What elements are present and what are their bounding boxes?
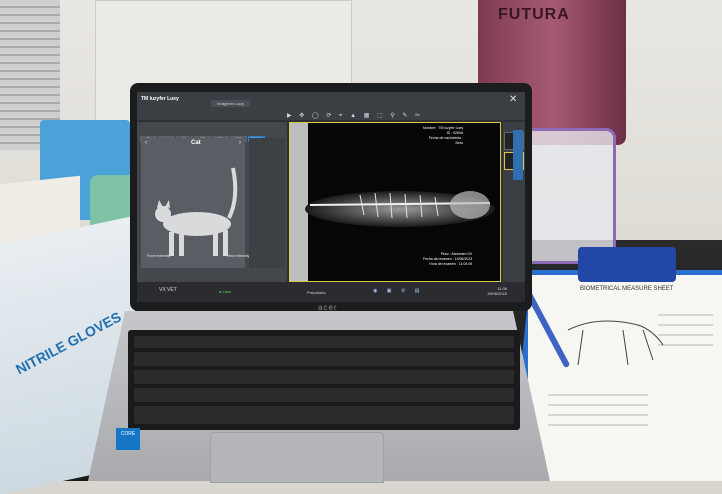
- projection-buttons: DrLCrCdVDDVMnpuso: [140, 126, 284, 142]
- sheet-title: BIOMETRICAL MEASURE SHEET: [580, 286, 674, 292]
- body-region-column: [249, 138, 285, 268]
- side-tab[interactable]: [513, 130, 523, 180]
- laptop-brand-logo: acer: [318, 303, 338, 312]
- status-bar: [137, 282, 525, 302]
- keyboard[interactable]: [128, 330, 520, 430]
- cat-skeleton-icon: [155, 167, 238, 256]
- taskbar-icons[interactable]: ◉ ▣ ⚙ ▤: [373, 288, 423, 294]
- patient-name: TM luzyfer Luey: [141, 96, 179, 102]
- info-sex: Sexo: [455, 141, 464, 145]
- status-ready: ● Listo: [219, 289, 231, 294]
- plastic-container: [520, 128, 616, 264]
- cat-skeleton-sketch: [567, 320, 664, 366]
- vendor-logo: VX VET: [159, 287, 177, 293]
- tab-images[interactable]: Imágenes Luzy: [211, 100, 251, 107]
- chevron-right-icon[interactable]: ›: [239, 140, 241, 146]
- image-toolbar[interactable]: ▶ ✥ ◯ ⟳ ⌖ ▲ ▦ ⬚ ⚲ ✎ ✂: [287, 112, 517, 122]
- sheet-lines: [548, 314, 713, 426]
- close-icon[interactable]: ✕: [509, 94, 517, 105]
- blue-device: [578, 247, 676, 282]
- clock-date: 19/06/2023: [487, 291, 508, 296]
- xray-patient-info: Nombre : TM luzyfer Luey ID : 9260A Fech…: [423, 126, 463, 146]
- front-extremity-label[interactable]: Front extremity: [147, 254, 170, 258]
- laptop-screen: TM luzyfer Luey Imágenes Luzy ▶ ✥ ◯ ⟳ ⌖ …: [137, 92, 525, 302]
- system-clock: 11:06 19/06/2023: [487, 286, 507, 296]
- flask-brand-text: FUTURA: [498, 6, 570, 23]
- info-exam-time: Hora del examen : 11:04:09: [429, 262, 473, 266]
- species-title: Cat: [191, 140, 201, 146]
- measure-sheet: [528, 275, 722, 481]
- keyboard-keys: [134, 336, 514, 424]
- status-text: Preparado: [307, 290, 326, 295]
- species-diagram[interactable]: [141, 138, 245, 268]
- hind-extremity-label[interactable]: Hind extremity: [227, 254, 249, 258]
- xray-exam-info: Peso : Abdomen DV Fecha del examen : 19/…: [423, 252, 472, 267]
- touchpad[interactable]: [210, 432, 384, 483]
- chevron-left-icon[interactable]: ‹: [145, 140, 147, 146]
- cpu-sticker: CORE: [116, 428, 140, 450]
